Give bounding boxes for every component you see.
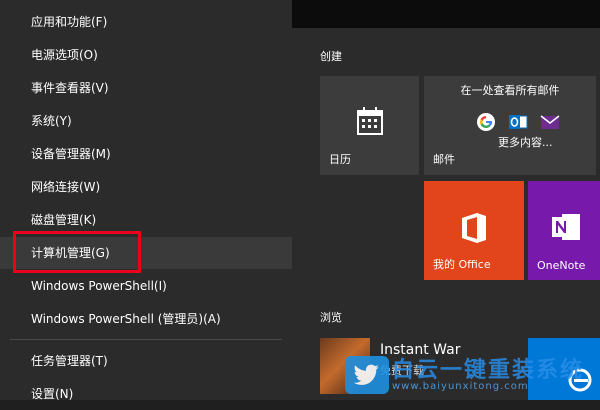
menu-item-disk-management[interactable]: 磁盘管理(K): [0, 204, 292, 236]
menu-item-powershell[interactable]: Windows PowerShell(I): [0, 270, 292, 302]
menu-item-settings[interactable]: 设置(N): [0, 378, 292, 410]
mail-tile-label: 邮件: [433, 153, 455, 166]
menu-item-system[interactable]: 系统(Y): [0, 105, 292, 137]
group-title-browse: 浏览: [320, 311, 342, 324]
menu-item-device-manager[interactable]: 设备管理器(M): [0, 138, 292, 170]
start-top-bar: [292, 0, 600, 28]
onenote-tile-label: OneNote: [537, 259, 586, 272]
mail-provider-icons: [476, 112, 560, 132]
office-tile-label: 我的 Office: [433, 258, 491, 271]
group-title-create: 创建: [320, 50, 342, 63]
menu-item-network-connections[interactable]: 网络连接(W): [0, 171, 292, 203]
menu-item-computer-management[interactable]: 计算机管理(G): [0, 237, 292, 269]
calendar-tile[interactable]: 日历: [320, 76, 419, 175]
outlook-icon: [508, 112, 528, 132]
calendar-icon: [356, 106, 384, 140]
google-icon: [476, 112, 496, 132]
onenote-icon: [550, 211, 582, 247]
onenote-tile[interactable]: OneNote: [528, 181, 600, 280]
mail-tile[interactable]: 在一处查看所有邮件 更多内容... 邮件: [424, 76, 596, 175]
mail-more-content: 更多内容...: [498, 136, 553, 149]
twitter-bird-icon: [345, 356, 389, 394]
mail-tile-title: 在一处查看所有邮件: [460, 84, 560, 97]
watermark-text: 白云一键重装系统: [392, 358, 585, 383]
menu-item-apps-features[interactable]: 应用和功能(F): [0, 6, 292, 38]
menu-separator: [10, 339, 282, 340]
office-icon: [459, 211, 489, 249]
calendar-tile-label: 日历: [329, 153, 351, 166]
menu-item-task-manager[interactable]: 任务管理器(T): [0, 345, 292, 377]
winx-context-menu: 应用和功能(F) 电源选项(O) 事件查看器(V) 系统(Y) 设备管理器(M)…: [0, 0, 292, 401]
office-tile[interactable]: 我的 Office: [424, 181, 524, 280]
watermark-url: www.baiyunxitong.com: [392, 381, 529, 392]
menu-item-event-viewer[interactable]: 事件查看器(V): [0, 72, 292, 104]
menu-item-power-options[interactable]: 电源选项(O): [0, 39, 292, 71]
menu-item-powershell-admin[interactable]: Windows PowerShell (管理员)(A): [0, 303, 292, 335]
mail-envelope-icon: [540, 112, 560, 132]
